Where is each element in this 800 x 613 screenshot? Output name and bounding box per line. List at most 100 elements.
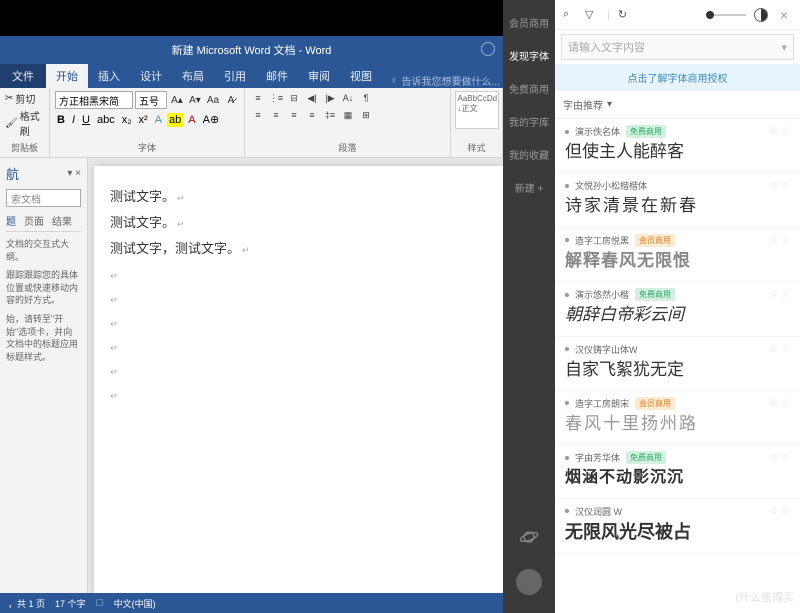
license-banner[interactable]: 点击了解字体商用授权 — [555, 64, 800, 91]
font-size-select[interactable] — [135, 91, 167, 109]
tab-references[interactable]: 引用 — [214, 64, 256, 88]
sidebar-item-discover[interactable]: 发现字体 — [505, 43, 553, 72]
document-canvas[interactable]: 测试文字。 测试文字。 测试文字，测试文字。 — [94, 166, 503, 593]
chevron-down-icon: ▾ — [607, 99, 612, 110]
favorite-stars[interactable]: ☆ ☆ — [769, 180, 790, 191]
sidebar-item-new[interactable]: 新建 + — [511, 175, 548, 204]
size-slider[interactable] — [706, 14, 746, 16]
nav-help-text-3: 始，请转至"开始"选项卡，并向文档中的标题应用标题样式。 — [6, 313, 81, 363]
underline-button[interactable]: U — [80, 113, 92, 127]
favorite-stars[interactable]: ☆ ☆ — [769, 126, 790, 137]
sidebar-item-free[interactable]: 免费商用 — [505, 76, 553, 105]
doc-empty-line — [110, 262, 487, 286]
font-list-item[interactable]: 汉仪润圆 W ☆ ☆ 无限风光尽被占 — [555, 499, 800, 555]
bold-button[interactable]: B — [55, 113, 67, 127]
nav-tab-headings[interactable]: 题 — [6, 213, 16, 228]
close-icon[interactable]: × — [776, 7, 792, 23]
grow-font-button[interactable]: A▴ — [169, 92, 185, 108]
font-preview-text: 自家飞絮犹无定 — [565, 360, 790, 380]
status-page[interactable]: ，共 1 页 — [8, 597, 45, 610]
sort-button[interactable]: A↓ — [340, 91, 356, 105]
font-list-item[interactable]: 演示佚名体 免费商用 ☆ ☆ 但使主人能醉客 — [555, 119, 800, 173]
text-effects-button[interactable]: A — [153, 113, 164, 127]
paragraph-group: ≡ ⋮≡ ⊟ ◀| |▶ A↓ ¶ ≡ ≡ ≡ ≡ ‡≡ ▦ ⊞ — [245, 88, 451, 157]
font-color-button[interactable]: A — [186, 113, 197, 127]
nav-dropdown-icon[interactable]: ▾ × — [67, 168, 81, 179]
tab-review[interactable]: 审阅 — [298, 64, 340, 88]
increase-indent-button[interactable]: |▶ — [322, 91, 338, 105]
nav-tabs: 题 页面 结果 — [6, 213, 81, 232]
shading-button[interactable]: ▦ — [340, 108, 356, 122]
font-search-input[interactable]: 请输入文字内容 ▾ — [561, 34, 794, 60]
favorite-stars[interactable]: ☆ ☆ — [769, 398, 790, 409]
work-area: 航 ▾ × 题 页面 结果 文档的交互式大纲。 跟踪跟踪您的具体位置或快速移动内… — [0, 158, 503, 593]
strikethrough-button[interactable]: abc — [95, 113, 117, 127]
shrink-font-button[interactable]: A▾ — [187, 92, 203, 108]
change-case-button[interactable]: Aa — [205, 92, 221, 108]
tab-view[interactable]: 视图 — [340, 64, 382, 88]
sidebar-item-member[interactable]: 会员商用 — [505, 10, 553, 39]
search-icon[interactable]: ⌕ — [563, 8, 577, 22]
nav-search-input[interactable] — [6, 189, 81, 207]
contrast-toggle[interactable] — [754, 8, 768, 22]
tab-insert[interactable]: 插入 — [88, 64, 130, 88]
font-label: 字体 — [55, 139, 239, 154]
favorite-stars[interactable]: ☆ ☆ — [769, 506, 790, 517]
planet-icon[interactable] — [517, 525, 541, 549]
font-list-item[interactable]: 造字工房朗宋 会员商用 ☆ ☆ 春风十里扬州路 — [555, 391, 800, 445]
bullets-button[interactable]: ≡ — [250, 91, 266, 105]
tell-me-search[interactable]: ♀ 告诉我您想要做什么... — [382, 73, 503, 88]
sidebar-item-library[interactable]: 我的字库 — [505, 109, 553, 138]
font-name-label: 汉仪润圆 W — [575, 505, 622, 518]
align-center-button[interactable]: ≡ — [268, 108, 284, 122]
font-list-item[interactable]: 演示悠然小楷 免费商用 ☆ ☆ 朝辞白帝彩云间 — [555, 282, 800, 336]
nav-tab-results[interactable]: 结果 — [52, 213, 72, 228]
phonetic-guide-button[interactable]: A⊕ — [201, 112, 222, 127]
align-left-button[interactable]: ≡ — [250, 108, 266, 122]
font-discovery-panel: ⌕ ▽ | ↻ × 请输入文字内容 ▾ 点击了解字体商用授权 字由推荐 ▾ 演示… — [555, 0, 800, 613]
decrease-indent-button[interactable]: ◀| — [304, 91, 320, 105]
align-right-button[interactable]: ≡ — [286, 108, 302, 122]
font-name-label: 造字工房悦黑 — [575, 234, 629, 247]
favorite-stars[interactable]: ☆ ☆ — [769, 235, 790, 246]
tab-design[interactable]: 设计 — [130, 64, 172, 88]
favorite-stars[interactable]: ☆ ☆ — [769, 344, 790, 355]
font-name-select[interactable] — [55, 91, 133, 109]
lightbulb-icon: ♀ — [390, 75, 398, 86]
status-language[interactable]: 中文(中国) — [114, 597, 156, 610]
license-badge: 免费商用 — [626, 451, 666, 464]
italic-button[interactable]: I — [70, 113, 77, 127]
favorite-stars[interactable]: ☆ ☆ — [769, 289, 790, 300]
refresh-icon[interactable]: ↻ — [618, 8, 632, 22]
superscript-button[interactable]: x² — [137, 113, 150, 127]
font-list-item[interactable]: 造字工房悦黑 会员商用 ☆ ☆ 解释春风无限恨 — [555, 228, 800, 282]
multilevel-button[interactable]: ⊟ — [286, 91, 302, 105]
filter-icon[interactable]: ▽ — [585, 8, 599, 22]
numbering-button[interactable]: ⋮≡ — [268, 91, 284, 105]
font-list-item[interactable]: 文悦孙小松楷楷体 ☆ ☆ 诗家清景在新春 — [555, 173, 800, 227]
subscript-button[interactable]: x₂ — [120, 113, 134, 127]
license-badge: 会员商用 — [635, 234, 675, 247]
font-list-item[interactable]: 字由芳华体 免费商用 ☆ ☆ 烟涵不动影沉沉 — [555, 445, 800, 498]
tab-home[interactable]: 开始 — [46, 64, 88, 88]
font-list-item[interactable]: 汉仪铸字山体W ☆ ☆ 自家飞絮犹无定 — [555, 337, 800, 391]
tab-mailings[interactable]: 邮件 — [256, 64, 298, 88]
borders-button[interactable]: ⊞ — [358, 108, 374, 122]
help-icon[interactable] — [481, 42, 495, 56]
style-normal-preview[interactable]: AaBbCcDd ↓正文 — [455, 91, 499, 129]
line-spacing-button[interactable]: ‡≡ — [322, 108, 338, 122]
user-avatar[interactable] — [516, 569, 542, 595]
favorite-stars[interactable]: ☆ ☆ — [769, 452, 790, 463]
filter-dropdown[interactable]: 字由推荐 ▾ — [555, 91, 800, 119]
tab-file[interactable]: 文件 — [0, 64, 46, 88]
sidebar-item-favorites[interactable]: 我的收藏 — [505, 142, 553, 171]
highlight-button[interactable]: ab — [167, 113, 183, 127]
format-painter-button[interactable]: 🖌格式刷 — [5, 108, 44, 138]
show-marks-button[interactable]: ¶ — [358, 91, 374, 105]
cut-button[interactable]: ✂剪切 — [5, 91, 44, 106]
tab-layout[interactable]: 布局 — [172, 64, 214, 88]
status-words[interactable]: 17 个字 — [55, 597, 86, 610]
nav-tab-pages[interactable]: 页面 — [24, 213, 44, 228]
justify-button[interactable]: ≡ — [304, 108, 320, 122]
clear-format-button[interactable]: A̷ — [223, 92, 239, 108]
